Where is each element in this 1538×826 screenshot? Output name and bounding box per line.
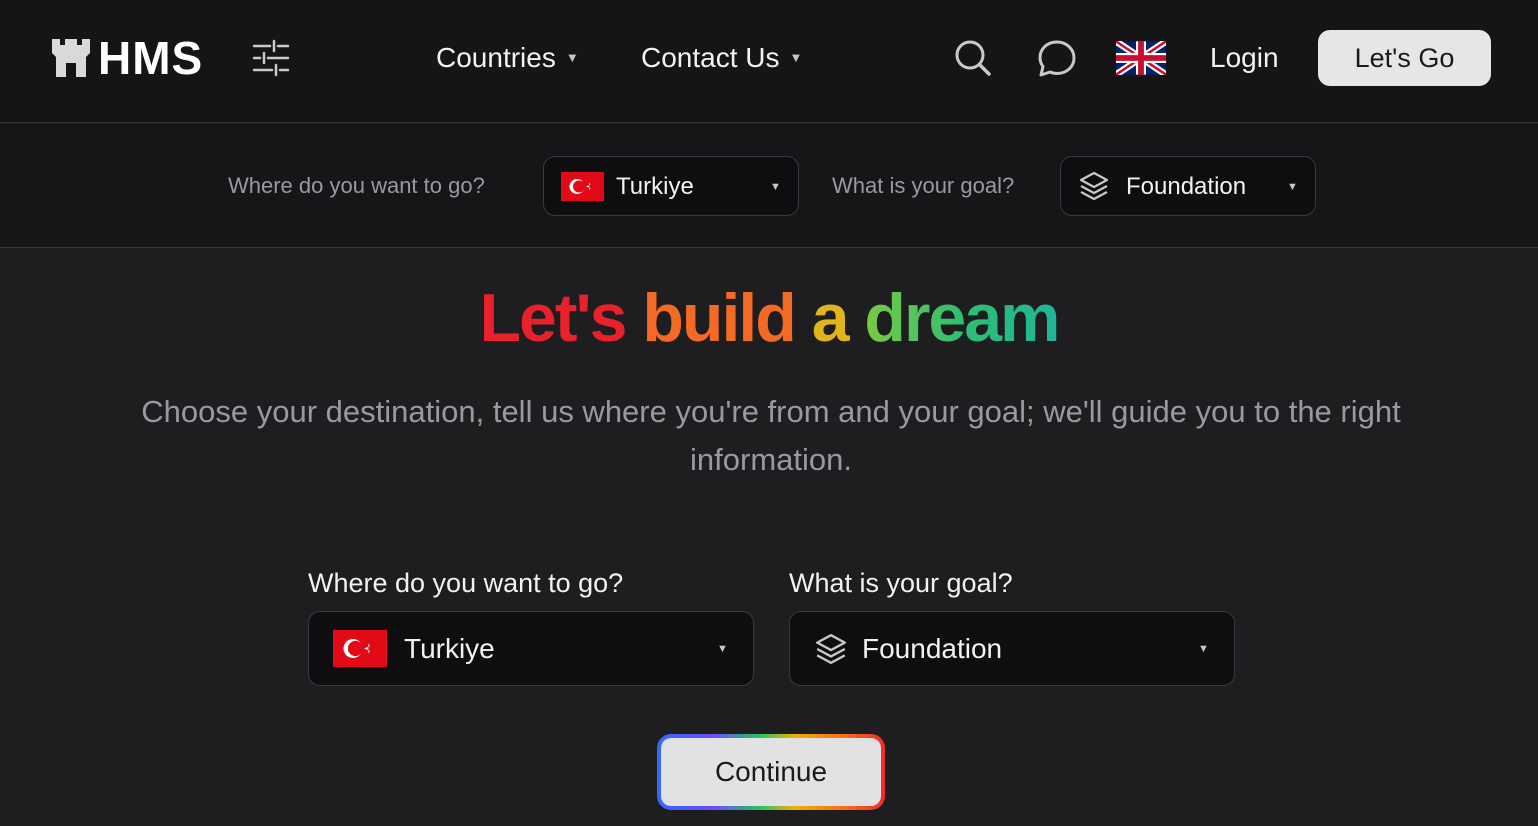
caret-down-icon: ▼ <box>770 181 781 193</box>
continue-button[interactable]: Continue <box>661 738 881 806</box>
uk-flag-icon[interactable] <box>1116 41 1166 75</box>
goal-value: Foundation <box>1126 173 1247 200</box>
sliders-icon[interactable] <box>250 38 292 78</box>
brand-name: HMS <box>98 32 204 84</box>
top-navigation: HMS Countries ▼ Contact Us ▼ Login Let's… <box>0 0 1538 123</box>
hero-word-4: dream <box>864 280 1060 356</box>
form-destination-select[interactable]: Turkiye ▼ <box>308 611 754 686</box>
layers-icon <box>1079 171 1109 201</box>
continue-button-frame[interactable]: Continue <box>657 734 885 810</box>
caret-down-icon: ▼ <box>789 50 803 65</box>
caret-down-icon: ▼ <box>1198 643 1209 655</box>
caret-down-icon: ▼ <box>1287 181 1298 193</box>
caret-down-icon: ▼ <box>717 643 728 655</box>
search-icon[interactable] <box>953 38 993 78</box>
goal-select[interactable]: Foundation ▼ <box>1060 156 1316 216</box>
nav-countries-label: Countries <box>436 42 556 73</box>
destination-select[interactable]: Turkiye ▼ <box>543 156 799 216</box>
login-link[interactable]: Login <box>1210 40 1279 76</box>
form-goal-value: Foundation <box>862 633 1003 664</box>
layers-icon <box>816 634 846 664</box>
goal-label: What is your goal? <box>832 173 1015 198</box>
turkey-flag-icon <box>561 172 604 201</box>
nav-countries[interactable]: Countries ▼ <box>436 40 579 76</box>
caret-down-icon: ▼ <box>565 50 579 65</box>
hero-title: Let's build a dream <box>0 278 1538 358</box>
hero-word-3: a <box>811 280 850 356</box>
hero-subtitle: Choose your destination, tell us where y… <box>141 394 1401 477</box>
turkey-flag-icon <box>333 630 387 667</box>
destination-label: Where do you want to go? <box>228 173 485 198</box>
lets-go-button[interactable]: Let's Go <box>1318 30 1491 86</box>
nav-contact-label: Contact Us <box>641 42 780 73</box>
quick-select-bar: Where do you want to go? Turkiye ▼ What … <box>0 124 1538 248</box>
castle-icon <box>52 39 90 77</box>
chat-bubble-icon[interactable] <box>1036 38 1078 80</box>
form-goal-label: What is your goal? <box>789 568 1013 598</box>
form-destination-value: Turkiye <box>404 633 495 664</box>
nav-contact-us[interactable]: Contact Us ▼ <box>641 40 802 76</box>
form-destination-label: Where do you want to go? <box>308 568 624 598</box>
hero-word-2: build <box>642 280 796 356</box>
hero-word-1: Let's <box>479 280 627 356</box>
brand-logo[interactable]: HMS <box>50 32 204 84</box>
form-goal-select[interactable]: Foundation ▼ <box>789 611 1235 686</box>
destination-value: Turkiye <box>616 173 694 200</box>
